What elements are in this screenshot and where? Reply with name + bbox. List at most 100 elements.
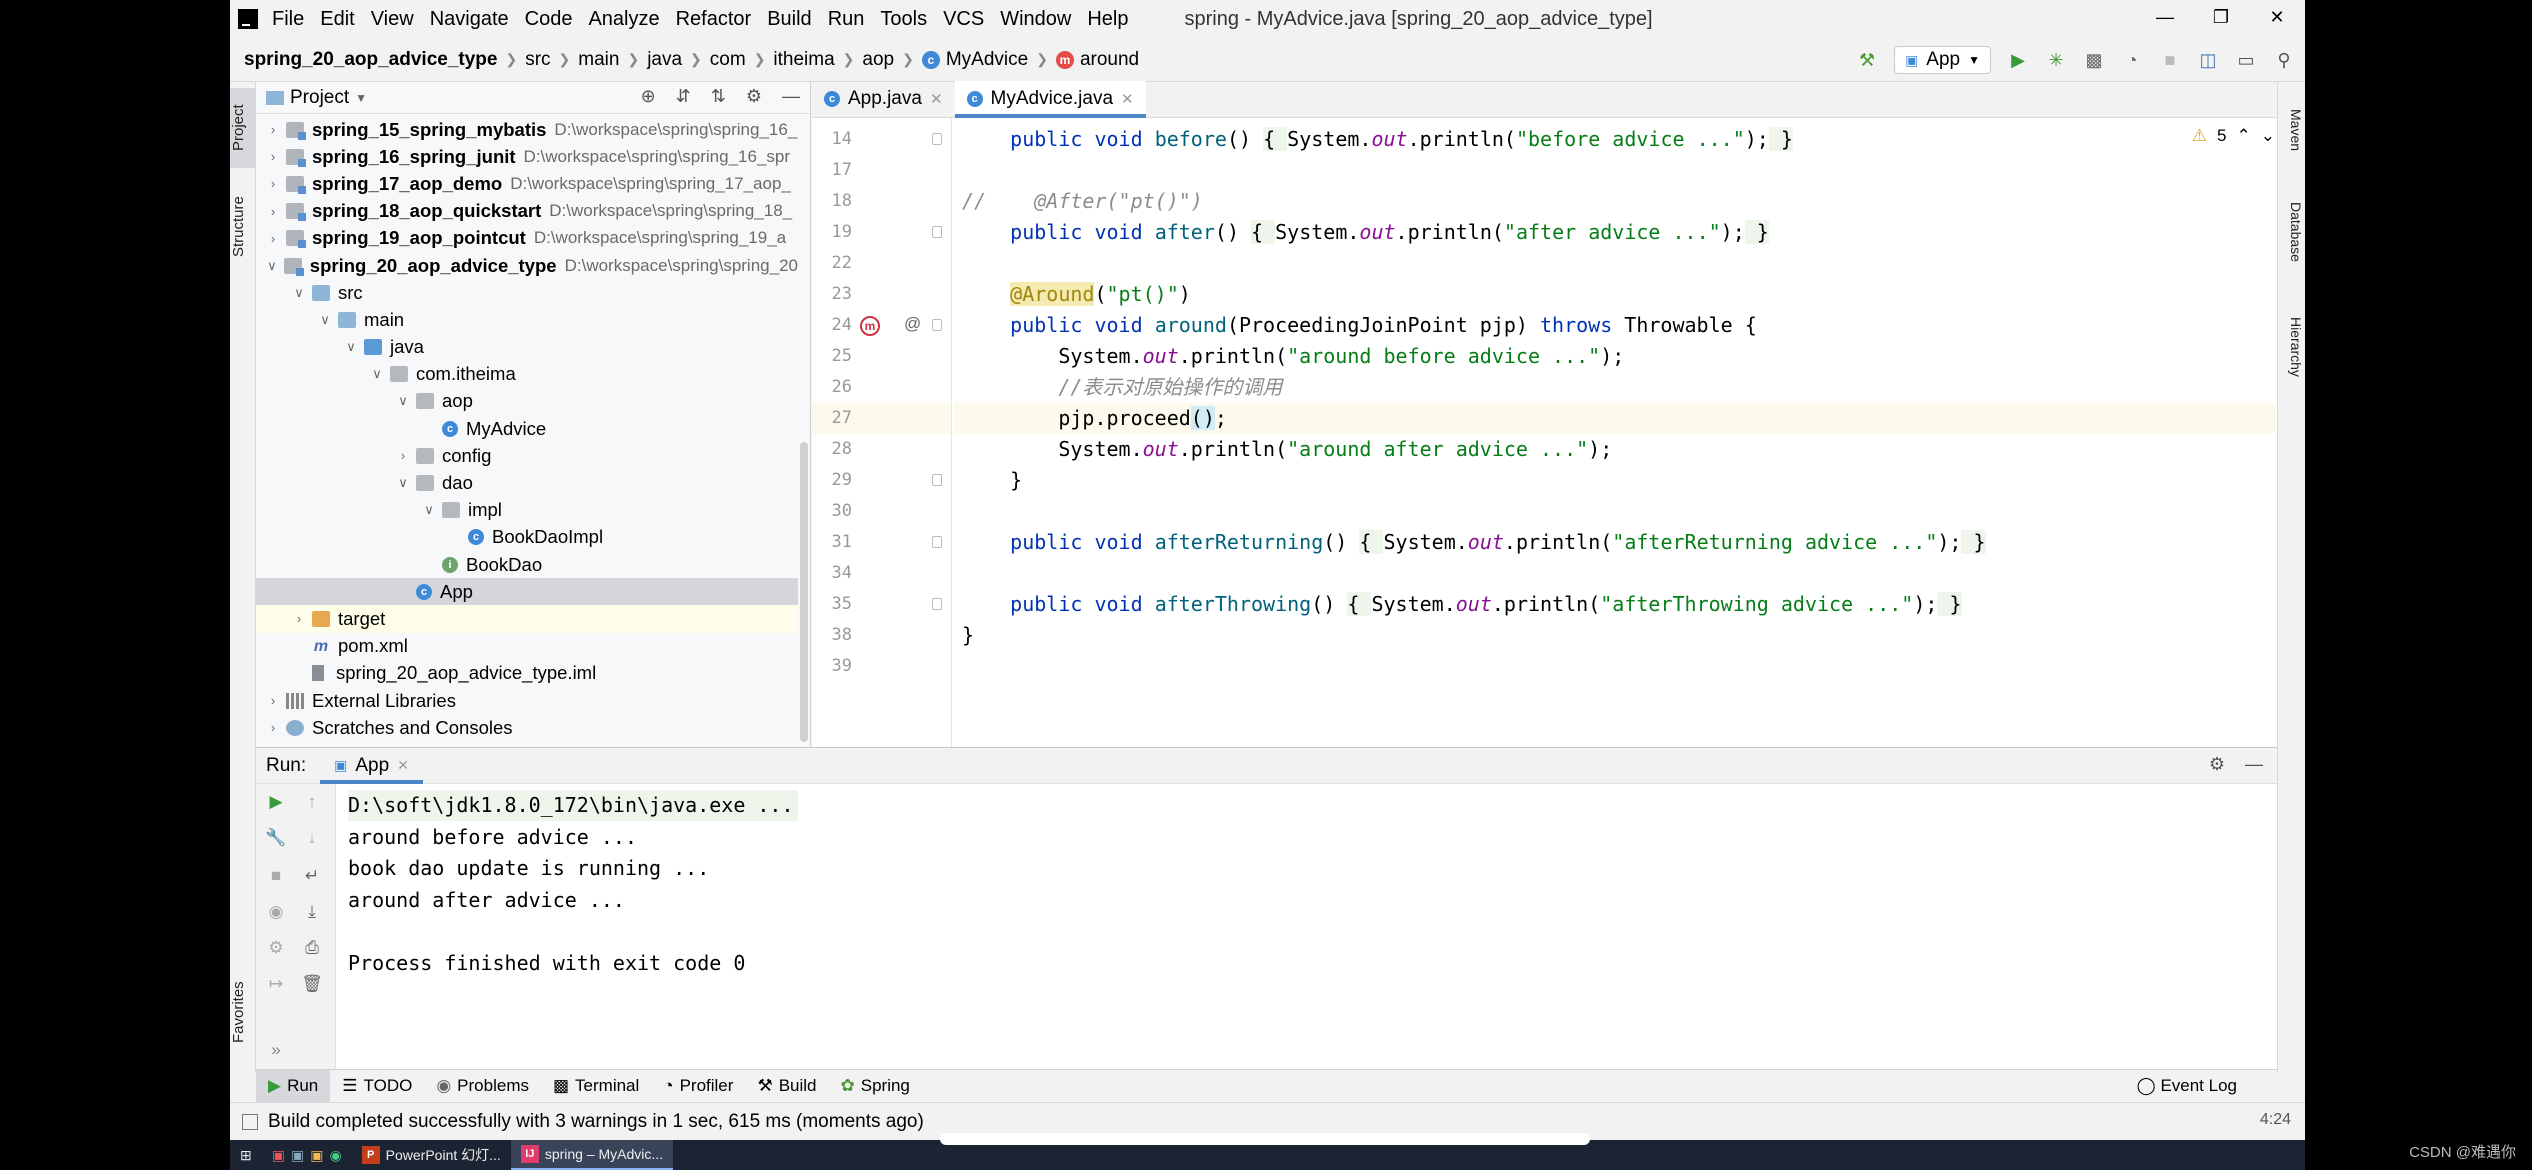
layout-icon[interactable]: ▭: [2235, 49, 2257, 71]
fold-marker-icon[interactable]: [932, 598, 942, 610]
chevron-down-icon[interactable]: ∨: [420, 502, 438, 518]
tree-item-bookdao[interactable]: i BookDao: [256, 551, 798, 578]
close-tab-icon[interactable]: ✕: [397, 757, 409, 774]
gear-icon[interactable]: ⚙: [746, 86, 762, 107]
code-line[interactable]: [954, 651, 2275, 682]
chevron-right-icon[interactable]: ›: [264, 122, 282, 137]
taskbar-item-intellij[interactable]: IJ spring – MyAdvic...: [510, 1140, 674, 1170]
chevron-right-icon[interactable]: ›: [264, 720, 282, 735]
run-configuration-select[interactable]: ▣ App ▼: [1894, 46, 1991, 74]
annotation-gutter-icon[interactable]: @: [904, 314, 921, 334]
menu-navigate[interactable]: Navigate: [430, 8, 509, 31]
breadcrumb-myadvice[interactable]: MyAdvice: [946, 49, 1028, 71]
hide-icon[interactable]: —: [2245, 754, 2263, 775]
minimize-button[interactable]: —: [2137, 0, 2193, 38]
down-arrow-icon[interactable]: ↓: [300, 828, 324, 852]
chevron-down-icon[interactable]: ∨: [368, 366, 386, 382]
coverage-icon[interactable]: ▩: [2083, 49, 2105, 71]
fold-marker-icon[interactable]: [932, 133, 942, 145]
breadcrumb-main[interactable]: main: [578, 49, 619, 71]
breadcrumb-aop[interactable]: aop: [862, 49, 894, 71]
tab-myadvice-java[interactable]: c MyAdvice.java ✕: [954, 81, 1146, 118]
tool-tab-run[interactable]: ▶ Run: [256, 1069, 331, 1103]
search-icon[interactable]: ⚲: [2273, 49, 2295, 71]
inspection-widget[interactable]: ⚠ 5 ⌃ ⌄: [2192, 126, 2275, 146]
console-output[interactable]: D:\soft\jdk1.8.0_172\bin\java.exe ... aro…: [338, 784, 2277, 1069]
breadcrumb-src[interactable]: src: [525, 49, 550, 71]
camera-icon[interactable]: ◉: [264, 902, 288, 926]
breadcrumb-com[interactable]: com: [710, 49, 746, 71]
code-line[interactable]: public void around(ProceedingJoinPoint p…: [954, 310, 2275, 341]
expand-all-icon[interactable]: ⇵: [676, 86, 691, 107]
menu-help[interactable]: Help: [1087, 8, 1128, 31]
code-line[interactable]: @Around("pt()"): [954, 279, 2275, 310]
chevron-down-icon[interactable]: ∨: [394, 475, 412, 491]
rerun-icon[interactable]: ▶: [264, 792, 288, 816]
app-icon[interactable]: ▣: [272, 1147, 285, 1164]
video-progress-bar[interactable]: [940, 1133, 1590, 1145]
menu-tools[interactable]: Tools: [880, 8, 927, 31]
build-hammer-icon[interactable]: ⚒: [1856, 49, 1878, 71]
profile-icon[interactable]: ◔: [2121, 49, 2143, 71]
exit-icon[interactable]: ↦: [264, 974, 288, 998]
code-line[interactable]: }: [954, 465, 2275, 496]
chevron-right-icon[interactable]: ›: [264, 693, 282, 708]
scroll-to-end-icon[interactable]: ⤓: [300, 902, 324, 926]
tool-tab-todo[interactable]: ☰ TODO: [330, 1070, 424, 1103]
project-scrollbar[interactable]: [800, 442, 808, 742]
chevron-right-icon[interactable]: ›: [264, 149, 282, 164]
tree-item-spring-20-aop-advice-type[interactable]: ∨ spring_20_aop_advice_type D:\workspace\s…: [256, 252, 798, 279]
taskbar-item-powerpoint[interactable]: P PowerPoint 幻灯...: [352, 1140, 511, 1170]
hierarchy-tool-tab[interactable]: Hierarchy: [2280, 297, 2304, 397]
tree-item-spring-18-aop-quickstart[interactable]: › spring_18_aop_quickstart D:\workspace\sp…: [256, 198, 798, 225]
chevron-right-icon[interactable]: ›: [394, 448, 412, 463]
database-tool-tab[interactable]: Database: [2280, 182, 2304, 282]
tool-tab-profiler[interactable]: ◔ Profiler: [651, 1070, 745, 1103]
tree-item-bookdaoimpl[interactable]: c BookDaoImpl: [256, 524, 798, 551]
tree-item-app[interactable]: c App: [256, 578, 798, 606]
chevron-up-icon[interactable]: ⌃: [2237, 126, 2251, 146]
code-line[interactable]: System.out.println("around after advice …: [954, 434, 2275, 465]
project-tool-tab[interactable]: Project: [230, 88, 256, 168]
close-tab-icon[interactable]: ✕: [1121, 90, 1134, 108]
gear-icon[interactable]: ⚙: [2209, 754, 2225, 775]
event-log-button[interactable]: ◯ Event Log: [2137, 1076, 2237, 1096]
breadcrumb-java[interactable]: java: [647, 49, 682, 71]
menu-code[interactable]: Code: [525, 8, 573, 31]
menu-view[interactable]: View: [371, 8, 414, 31]
chevron-down-icon[interactable]: ⌄: [2261, 126, 2275, 146]
menu-vcs[interactable]: VCS: [943, 8, 984, 31]
tree-item-target[interactable]: › target: [256, 605, 798, 633]
soft-wrap-icon[interactable]: ↵: [300, 866, 324, 890]
menu-analyze[interactable]: Analyze: [588, 8, 659, 31]
breadcrumb-around[interactable]: around: [1080, 49, 1139, 71]
tool-tab-build[interactable]: ⚒ Build: [745, 1070, 828, 1103]
settings-icon[interactable]: ⚙: [264, 938, 288, 962]
debug-icon[interactable]: ✳: [2045, 49, 2067, 71]
tree-item-scratches-and-consoles[interactable]: › Scratches and Consoles: [256, 714, 798, 741]
code-line[interactable]: [954, 155, 2275, 186]
maximize-button[interactable]: ❐: [2193, 0, 2249, 38]
code-line[interactable]: pjp.proceed();: [954, 403, 2275, 434]
tree-item-java[interactable]: ∨ java: [256, 334, 798, 361]
tree-item-spring-17-aop-demo[interactable]: › spring_17_aop_demo D:\workspace\spring\s…: [256, 170, 798, 197]
tool-tab-spring[interactable]: ✿ Spring: [829, 1070, 922, 1103]
tree-item-spring-16-spring-junit[interactable]: › spring_16_spring_junit D:\workspace\spri…: [256, 143, 798, 170]
run-tab-app[interactable]: ▣ App ✕: [320, 748, 423, 784]
chevron-down-icon[interactable]: ∨: [264, 258, 280, 274]
maven-tool-tab[interactable]: Maven: [2280, 90, 2304, 170]
tree-item-dao[interactable]: ∨ dao: [256, 469, 798, 496]
print-icon[interactable]: ⎙: [300, 938, 324, 962]
menu-build[interactable]: Build: [767, 8, 811, 31]
tool-tab-terminal[interactable]: ▩ Terminal: [541, 1070, 651, 1103]
more-icon[interactable]: »: [264, 1040, 288, 1064]
chevron-down-icon[interactable]: ∨: [290, 285, 308, 301]
code-area[interactable]: public void before() { System.out.printl…: [954, 118, 2275, 747]
code-line[interactable]: }: [954, 620, 2275, 651]
favorites-tool-tab[interactable]: Favorites: [230, 962, 256, 1062]
code-line[interactable]: public void afterThrowing() { System.out…: [954, 589, 2275, 620]
code-line[interactable]: [954, 248, 2275, 279]
tool-tab-problems[interactable]: ◉ Problems: [424, 1070, 541, 1103]
tree-item-pom-xml[interactable]: m pom.xml: [256, 633, 798, 660]
code-line[interactable]: System.out.println("around before advice…: [954, 341, 2275, 372]
